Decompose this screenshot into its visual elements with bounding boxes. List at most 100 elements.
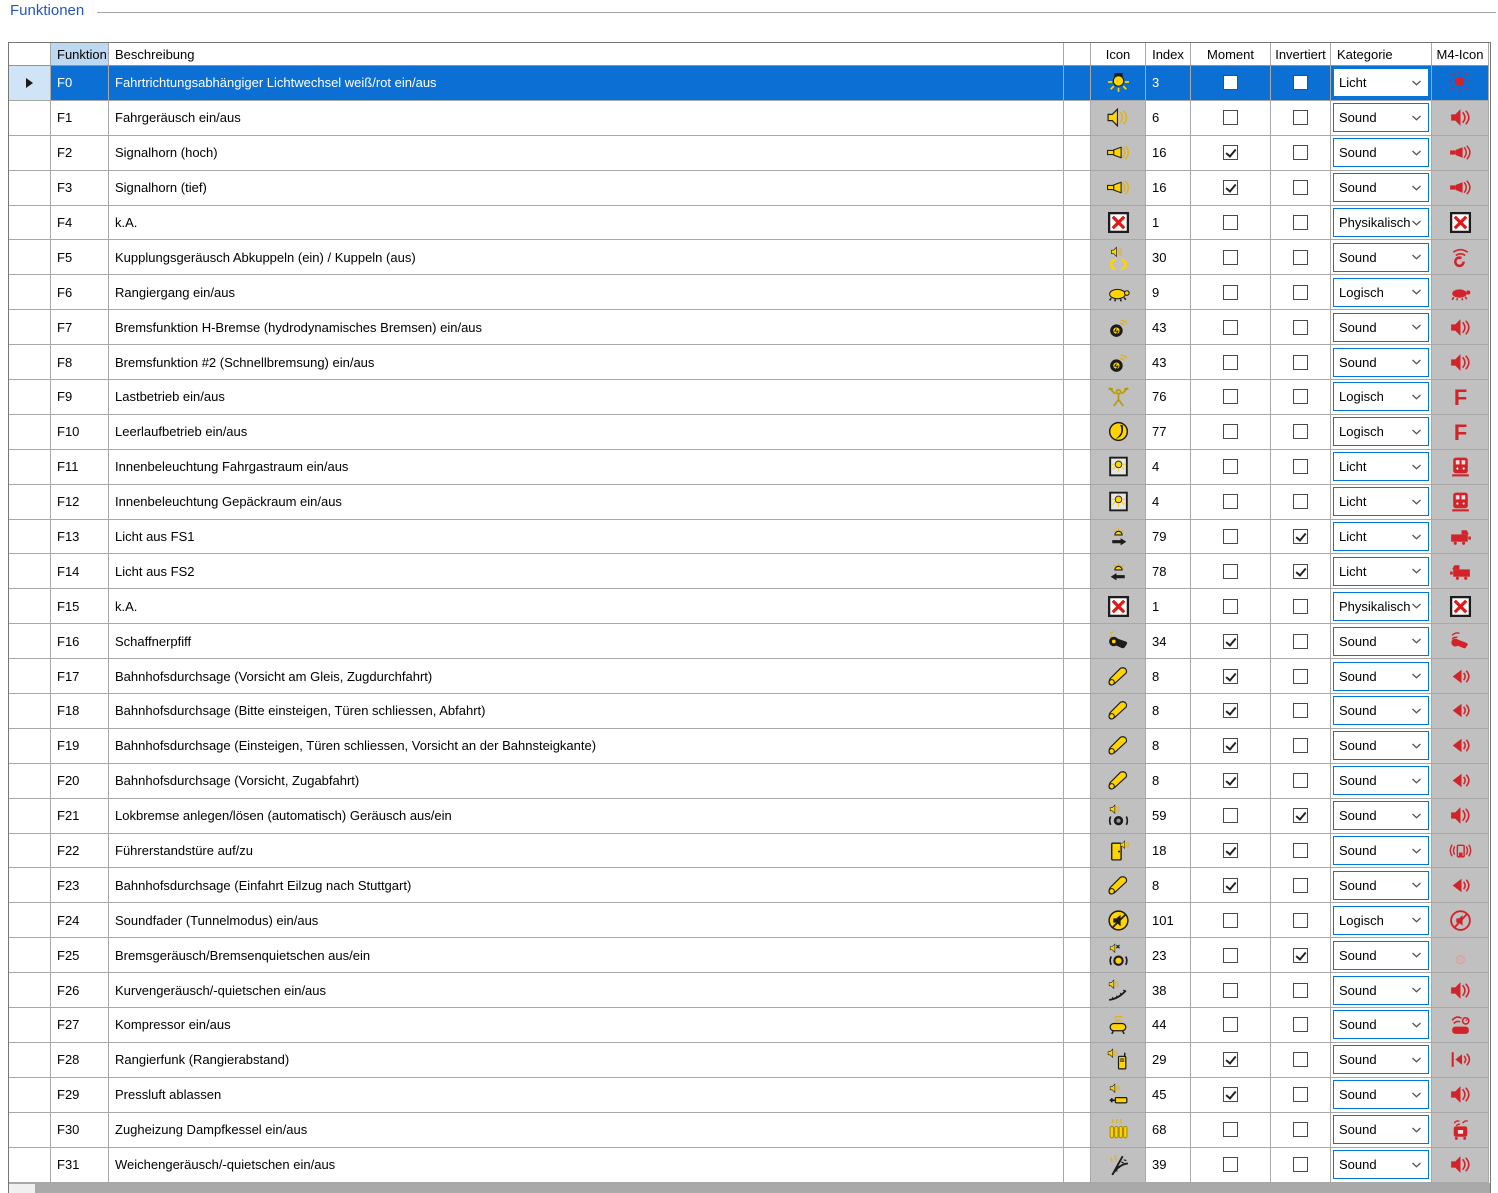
index-cell[interactable]: 16	[1146, 171, 1191, 206]
funktion-cell[interactable]: F27	[51, 1008, 109, 1043]
funktion-cell[interactable]: F16	[51, 624, 109, 659]
header-invertiert[interactable]: Invertiert	[1271, 43, 1331, 66]
table-row[interactable]: F8Bremsfunktion #2 (Schnellbremsung) ein…	[9, 345, 1490, 380]
table-row[interactable]: F31Weichengeräusch/-quietschen ein/aus39…	[9, 1148, 1490, 1183]
funktion-cell[interactable]: F9	[51, 380, 109, 415]
table-row[interactable]: F1Fahrgeräusch ein/aus6Sound	[9, 101, 1490, 136]
table-row[interactable]: F21Lokbremse anlegen/lösen (automatisch)…	[9, 799, 1490, 834]
beschreibung-cell[interactable]: Kompressor ein/aus	[109, 1008, 1064, 1043]
table-row[interactable]: F7Bremsfunktion H-Bremse (hydrodynamisch…	[9, 310, 1490, 345]
funktion-cell[interactable]: F19	[51, 729, 109, 764]
index-cell[interactable]: 8	[1146, 659, 1191, 694]
row-selector[interactable]	[9, 729, 51, 764]
row-selector[interactable]	[9, 834, 51, 869]
moment-checkbox[interactable]	[1223, 773, 1238, 788]
beschreibung-cell[interactable]: Rangiergang ein/aus	[109, 275, 1064, 310]
invertiert-checkbox[interactable]	[1293, 878, 1308, 893]
invertiert-checkbox[interactable]	[1293, 285, 1308, 300]
moment-checkbox[interactable]	[1223, 250, 1238, 265]
invertiert-checkbox[interactable]	[1293, 703, 1308, 718]
beschreibung-cell[interactable]: k.A.	[109, 589, 1064, 624]
beschreibung-cell[interactable]: Soundfader (Tunnelmodus) ein/aus	[109, 903, 1064, 938]
invertiert-checkbox[interactable]	[1293, 424, 1308, 439]
moment-checkbox[interactable]	[1223, 1157, 1238, 1172]
moment-checkbox[interactable]	[1223, 634, 1238, 649]
index-cell[interactable]: 8	[1146, 729, 1191, 764]
row-selector[interactable]	[9, 380, 51, 415]
row-selector[interactable]	[9, 589, 51, 624]
index-cell[interactable]: 4	[1146, 485, 1191, 520]
funktion-cell[interactable]: F14	[51, 554, 109, 589]
invertiert-checkbox[interactable]	[1293, 75, 1308, 90]
moment-checkbox[interactable]	[1223, 808, 1238, 823]
beschreibung-cell[interactable]: Licht aus FS2	[109, 554, 1064, 589]
funktion-cell[interactable]: F20	[51, 764, 109, 799]
row-selector[interactable]	[9, 868, 51, 903]
row-selector[interactable]	[9, 1078, 51, 1113]
row-selector[interactable]	[9, 624, 51, 659]
row-selector[interactable]	[9, 101, 51, 136]
header-index[interactable]: Index	[1146, 43, 1191, 66]
invertiert-checkbox[interactable]	[1293, 1017, 1308, 1032]
moment-checkbox[interactable]	[1223, 703, 1238, 718]
table-row[interactable]: F2Signalhorn (hoch)16Sound	[9, 136, 1490, 171]
kategorie-dropdown[interactable]: Licht	[1333, 522, 1429, 551]
table-row[interactable]: F0Fahrtrichtungsabhängiger Lichtwechsel …	[9, 66, 1490, 101]
invertiert-checkbox[interactable]	[1293, 913, 1308, 928]
kategorie-dropdown[interactable]: Sound	[1333, 1045, 1429, 1074]
beschreibung-cell[interactable]: Weichengeräusch/-quietschen ein/aus	[109, 1148, 1064, 1183]
row-selector[interactable]	[9, 171, 51, 206]
index-cell[interactable]: 44	[1146, 1008, 1191, 1043]
moment-checkbox[interactable]	[1223, 459, 1238, 474]
row-selector[interactable]	[9, 275, 51, 310]
invertiert-checkbox[interactable]	[1293, 459, 1308, 474]
header-funktion[interactable]: Funktion	[51, 43, 109, 66]
funktion-cell[interactable]: F5	[51, 240, 109, 275]
kategorie-dropdown[interactable]: Sound	[1333, 801, 1429, 830]
row-selector[interactable]	[9, 903, 51, 938]
header-m4-icon[interactable]: M4-Icon	[1432, 43, 1489, 66]
header-icon[interactable]: Icon	[1091, 43, 1146, 66]
beschreibung-cell[interactable]: Bahnhofsdurchsage (Vorsicht am Gleis, Zu…	[109, 659, 1064, 694]
kategorie-dropdown[interactable]: Sound	[1333, 1010, 1429, 1039]
beschreibung-cell[interactable]: Bremsgeräusch/Bremsenquietschen aus/ein	[109, 938, 1064, 973]
table-row[interactable]: F20Bahnhofsdurchsage (Vorsicht, Zugabfah…	[9, 764, 1490, 799]
beschreibung-cell[interactable]: Kurvengeräusch/-quietschen ein/aus	[109, 973, 1064, 1008]
row-selector[interactable]	[9, 973, 51, 1008]
row-selector[interactable]	[9, 415, 51, 450]
kategorie-dropdown[interactable]: Sound	[1333, 696, 1429, 725]
kategorie-dropdown[interactable]: Licht	[1333, 452, 1429, 481]
row-selector[interactable]	[9, 136, 51, 171]
row-selector[interactable]	[9, 1043, 51, 1078]
table-row[interactable]: F29Pressluft ablassen45Sound	[9, 1078, 1490, 1113]
beschreibung-cell[interactable]: Lastbetrieb ein/aus	[109, 380, 1064, 415]
index-cell[interactable]: 8	[1146, 764, 1191, 799]
kategorie-dropdown[interactable]: Sound	[1333, 138, 1429, 167]
table-row[interactable]: F26Kurvengeräusch/-quietschen ein/aus38S…	[9, 973, 1490, 1008]
invertiert-checkbox[interactable]	[1293, 1052, 1308, 1067]
moment-checkbox[interactable]	[1223, 285, 1238, 300]
table-row[interactable]: F13Licht aus FS179Licht	[9, 520, 1490, 555]
kategorie-dropdown[interactable]: Logisch	[1333, 278, 1429, 307]
moment-checkbox[interactable]	[1223, 145, 1238, 160]
index-cell[interactable]: 59	[1146, 799, 1191, 834]
table-row[interactable]: F28Rangierfunk (Rangierabstand)29Sound	[9, 1043, 1490, 1078]
funktion-cell[interactable]: F7	[51, 310, 109, 345]
invertiert-checkbox[interactable]	[1293, 843, 1308, 858]
funktion-cell[interactable]: F4	[51, 206, 109, 241]
table-row[interactable]: F22Führerstandstüre auf/zu18Sound	[9, 834, 1490, 869]
kategorie-dropdown[interactable]: Sound	[1333, 871, 1429, 900]
invertiert-checkbox[interactable]	[1293, 145, 1308, 160]
moment-checkbox[interactable]	[1223, 913, 1238, 928]
beschreibung-cell[interactable]: Bahnhofsdurchsage (Vorsicht, Zugabfahrt)	[109, 764, 1064, 799]
funktion-cell[interactable]: F12	[51, 485, 109, 520]
beschreibung-cell[interactable]: Licht aus FS1	[109, 520, 1064, 555]
beschreibung-cell[interactable]: Rangierfunk (Rangierabstand)	[109, 1043, 1064, 1078]
row-selector[interactable]	[9, 240, 51, 275]
moment-checkbox[interactable]	[1223, 1052, 1238, 1067]
funktion-cell[interactable]: F6	[51, 275, 109, 310]
moment-checkbox[interactable]	[1223, 564, 1238, 579]
row-selector[interactable]	[9, 520, 51, 555]
invertiert-checkbox[interactable]	[1293, 180, 1308, 195]
table-row[interactable]: F10Leerlaufbetrieb ein/aus77LogischF	[9, 415, 1490, 450]
